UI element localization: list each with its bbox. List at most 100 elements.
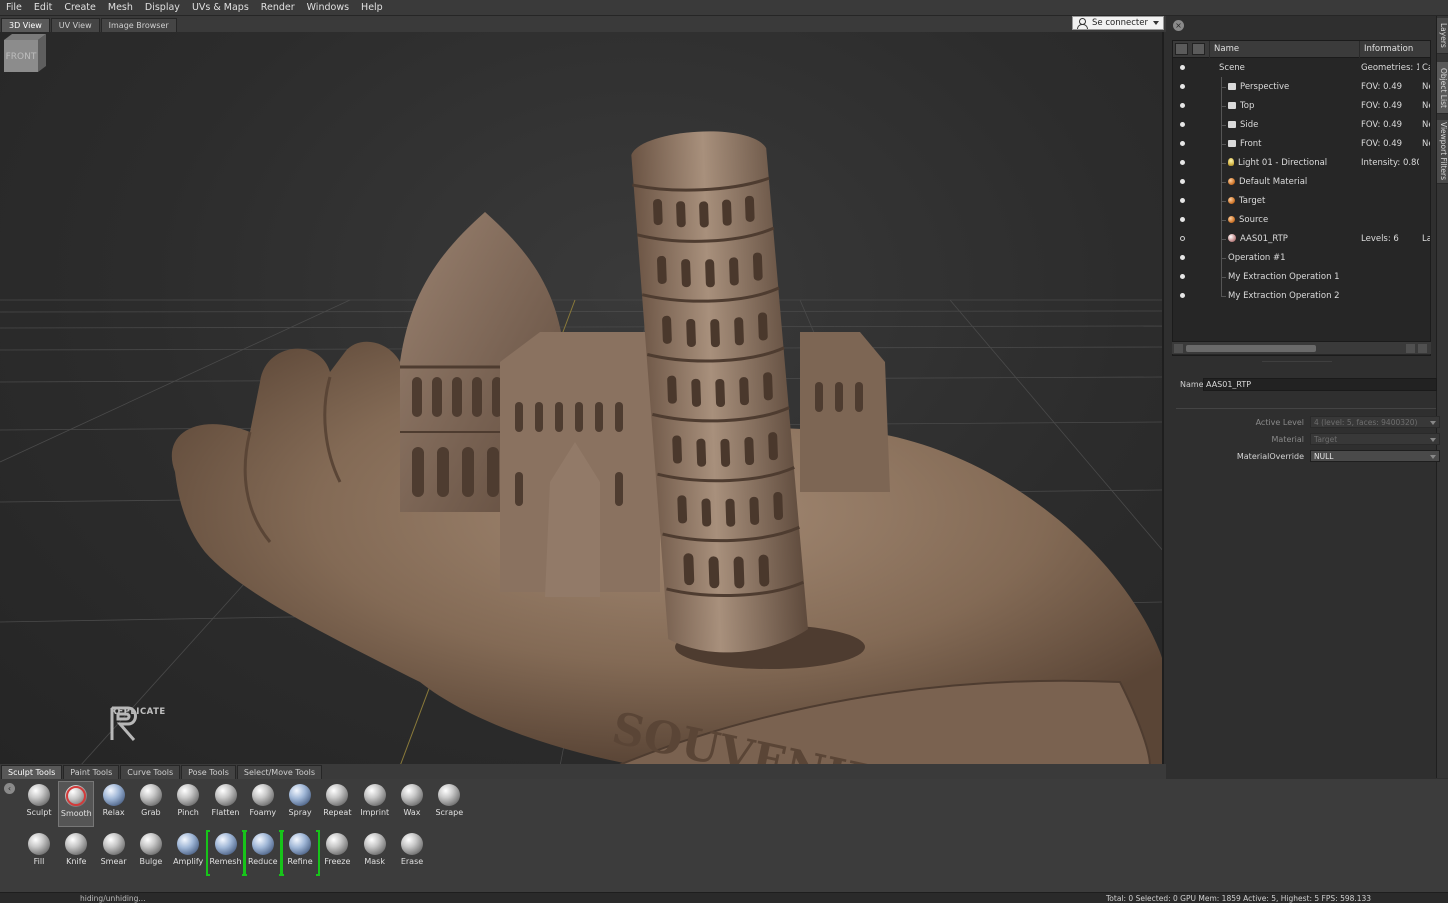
menu-windows[interactable]: Windows	[301, 0, 355, 16]
visibility-toggle[interactable]	[1180, 160, 1185, 165]
tool-sculpt-button[interactable]: Sculpt	[21, 781, 57, 827]
tab-select-move-tools[interactable]: Select/Move Tools	[236, 765, 322, 779]
tab-image-browser[interactable]: Image Browser	[100, 18, 177, 32]
tool-label: Smear	[100, 857, 127, 866]
collapse-icon[interactable]: ‹	[4, 783, 15, 794]
freeze-icon	[326, 833, 349, 855]
tab-pose-tools[interactable]: Pose Tools	[181, 765, 236, 779]
menu-display[interactable]: Display	[139, 0, 186, 16]
visibility-toggle[interactable]	[1180, 217, 1185, 222]
outliner-row[interactable]: Operation #1	[1173, 249, 1430, 268]
sign-in-button[interactable]: Se connecter	[1072, 16, 1164, 30]
close-icon[interactable]: ×	[1173, 20, 1184, 31]
tool-reduce-button[interactable]: Reduce	[242, 830, 283, 876]
tool-flatten-button[interactable]: Flatten	[208, 781, 244, 827]
tool-remesh-button[interactable]: Remesh	[205, 830, 246, 876]
tool-mask-button[interactable]: Mask	[357, 830, 393, 876]
tool-imprint-button[interactable]: Imprint	[357, 781, 393, 827]
material-select[interactable]: Target	[1310, 433, 1440, 445]
visibility-toggle[interactable]	[1180, 255, 1185, 260]
lock-icon[interactable]	[1192, 43, 1205, 55]
visibility-toggle[interactable]	[1180, 103, 1185, 108]
tool-label: Repeat	[323, 808, 352, 817]
chevron-down-icon	[1430, 438, 1436, 442]
outliner-row-info: Intensity: 0.80	[1361, 158, 1419, 168]
column-information[interactable]: Information	[1359, 41, 1430, 58]
scrollbar-thumb[interactable]	[1186, 345, 1316, 352]
active-level-value: 4 (level: 5, faces: 9400320)	[1314, 418, 1418, 427]
tool-relax-button[interactable]: Relax	[96, 781, 132, 827]
tool-knife-button[interactable]: Knife	[58, 830, 94, 876]
active-level-select[interactable]: 4 (level: 5, faces: 9400320)	[1310, 416, 1440, 428]
tab-curve-tools[interactable]: Curve Tools	[120, 765, 181, 779]
menu-edit[interactable]: Edit	[28, 0, 58, 16]
outliner-row[interactable]: My Extraction Operation 2	[1173, 287, 1430, 306]
menu-uvs-maps[interactable]: UVs & Maps	[186, 0, 255, 16]
outliner-row[interactable]: Light 01 - Directional Intensity: 0.80	[1173, 154, 1430, 173]
light-icon	[1228, 158, 1234, 166]
outliner-row[interactable]: Default Material	[1173, 173, 1430, 192]
visibility-toggle[interactable]	[1180, 198, 1185, 203]
tab-sculpt-tools[interactable]: Sculpt Tools	[1, 765, 63, 779]
tool-label: Bulge	[139, 857, 163, 866]
visibility-toggle[interactable]	[1180, 141, 1185, 146]
tool-foamy-button[interactable]: Foamy	[245, 781, 281, 827]
menu-render[interactable]: Render	[255, 0, 301, 16]
3d-viewport[interactable]: SOUVENIR d' PISA	[0, 32, 1164, 766]
menu-file[interactable]: File	[0, 0, 28, 16]
visibility-toggle[interactable]	[1180, 179, 1185, 184]
tool-refine-button[interactable]: Refine	[280, 830, 321, 876]
menu-create[interactable]: Create	[58, 0, 102, 16]
tool-pinch-button[interactable]: Pinch	[170, 781, 206, 827]
outliner-row[interactable]: AAS01_RTP Levels: 6 La	[1173, 230, 1430, 249]
eye-icon[interactable]	[1175, 43, 1188, 55]
menu-mesh[interactable]: Mesh	[102, 0, 139, 16]
tool-grab-button[interactable]: Grab	[133, 781, 169, 827]
tool-smear-button[interactable]: Smear	[96, 830, 132, 876]
tool-smooth-button[interactable]: Smooth	[58, 781, 95, 827]
tool-erase-button[interactable]: Erase	[394, 830, 430, 876]
menu-help[interactable]: Help	[355, 0, 389, 16]
side-tab-object-list[interactable]: Object List	[1437, 62, 1448, 114]
tab-3d-view[interactable]: 3D View	[1, 18, 50, 32]
tool-scrape-button[interactable]: Scrape	[431, 781, 467, 827]
outliner-row[interactable]: Perspective FOV: 0.49 Ne	[1173, 78, 1430, 97]
visibility-toggle[interactable]	[1180, 236, 1185, 241]
outliner-row[interactable]: Source	[1173, 211, 1430, 230]
outliner-row[interactable]: Front FOV: 0.49 Ne	[1173, 135, 1430, 154]
tab-paint-tools[interactable]: Paint Tools	[63, 765, 120, 779]
tool-fill-button[interactable]: Fill	[21, 830, 57, 876]
tab-uv-view[interactable]: UV View	[50, 18, 100, 32]
visibility-toggle[interactable]	[1180, 84, 1185, 89]
side-tab-layers[interactable]: Layers	[1437, 18, 1448, 54]
material-override-select[interactable]: NULL	[1310, 450, 1440, 462]
tool-label: Smooth	[60, 809, 92, 818]
visibility-toggle[interactable]	[1180, 293, 1185, 298]
outliner-row[interactable]: Side FOV: 0.49 Ne	[1173, 116, 1430, 135]
name-field[interactable]	[1203, 378, 1437, 391]
tool-spray-button[interactable]: Spray	[282, 781, 318, 827]
scroll-right-icon[interactable]	[1406, 344, 1415, 353]
visibility-toggle[interactable]	[1180, 65, 1185, 70]
tree-connector	[1221, 77, 1222, 296]
flatten-icon	[214, 784, 237, 806]
side-tab-viewport-filters[interactable]: Viewport Filters	[1437, 120, 1448, 184]
scroll-end-icon[interactable]	[1418, 344, 1427, 353]
tool-freeze-button[interactable]: Freeze	[319, 830, 355, 876]
outliner-scrollbar[interactable]	[1172, 341, 1431, 354]
chevron-down-icon	[1153, 21, 1159, 25]
tool-bulge-button[interactable]: Bulge	[133, 830, 169, 876]
outliner-row[interactable]: Scene Geometries: 1Ca	[1173, 59, 1430, 78]
scroll-left-icon[interactable]	[1174, 344, 1183, 353]
splitter[interactable]	[1262, 361, 1332, 362]
tool-repeat-button[interactable]: Repeat	[319, 781, 355, 827]
outliner-row[interactable]: Target	[1173, 192, 1430, 211]
visibility-toggle[interactable]	[1180, 122, 1185, 127]
tool-amplify-button[interactable]: Amplify	[170, 830, 206, 876]
view-cube[interactable]: FRONT	[0, 32, 48, 74]
outliner-row[interactable]: Top FOV: 0.49 Ne	[1173, 97, 1430, 116]
column-name[interactable]: Name	[1209, 41, 1359, 58]
outliner-row[interactable]: My Extraction Operation 1	[1173, 268, 1430, 287]
tool-wax-button[interactable]: Wax	[394, 781, 430, 827]
visibility-toggle[interactable]	[1180, 274, 1185, 279]
